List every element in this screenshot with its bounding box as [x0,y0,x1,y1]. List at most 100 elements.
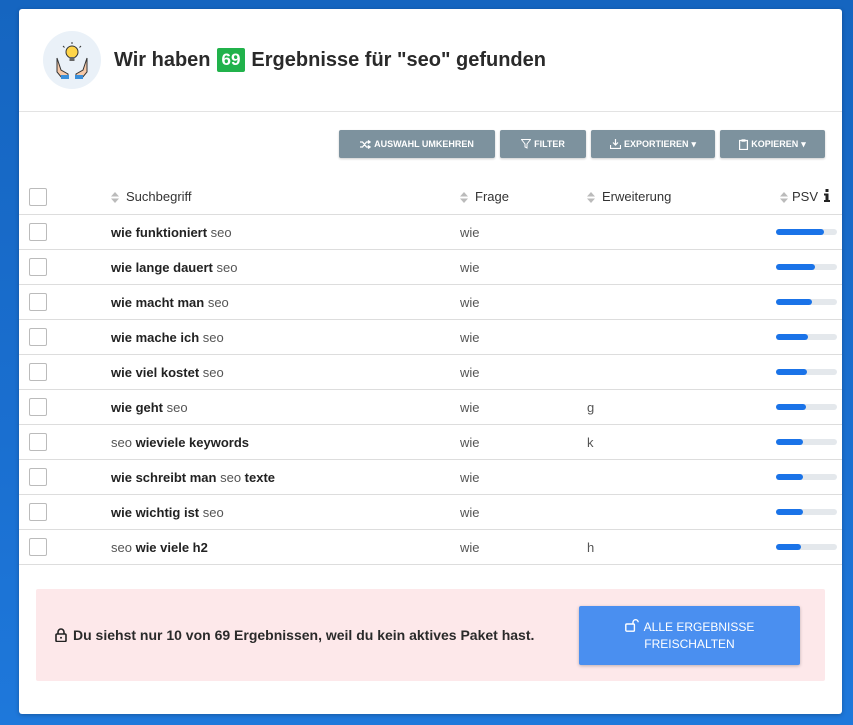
extension-cell [587,494,775,530]
extension-cell: g [587,389,775,425]
row-checkbox[interactable] [29,398,47,416]
psv-bar [776,474,837,480]
sort-icon [111,192,119,204]
psv-bar-fill [776,264,816,270]
keyword-cell: wie funktioniert seo [111,214,460,250]
results-header: Wir haben 69 Ergebnisse für "seo" gefund… [19,9,842,112]
clipboard-icon [739,138,749,150]
extension-cell [587,249,775,285]
select-all-checkbox[interactable] [29,187,47,206]
question-cell: wie [460,389,587,425]
row-checkbox[interactable] [29,258,47,276]
extension-cell [587,284,775,320]
table-row[interactable]: wie mache ich seo wie [19,319,842,355]
question-cell: wie [460,354,587,390]
question-cell: wie [460,424,587,460]
keyword-base: seo [163,399,188,415]
extension-cell [587,319,775,355]
table-row[interactable]: wie macht man seo wie [19,284,842,320]
table-row[interactable]: wie geht seo wie g [19,389,842,425]
table-row[interactable]: seo wie viele h2 wie h [19,529,842,565]
column-header-psv[interactable]: PSV [775,179,842,215]
filter-button[interactable]: FILTER [500,130,586,158]
unlock-all-results-button[interactable]: ALLE ERGEBNISSE FREISCHALTEN [579,606,800,665]
psv-bar-fill [776,299,812,305]
question-cell: wie [460,529,587,565]
psv-bar-fill [776,474,803,480]
table-row[interactable]: wie funktioniert seo wie [19,214,842,250]
keyword-base: seo [207,224,232,240]
row-checkbox-cell [19,424,111,460]
psv-bar [776,229,837,235]
keyword-cell: wie geht seo [111,389,460,425]
keyword-highlight: wie schreibt man [111,469,217,485]
question-cell: wie [460,249,587,285]
export-button[interactable]: EXPORTIEREN ▾ [591,130,715,158]
upgrade-notice: Du siehst nur 10 von 69 Ergebnissen, wei… [36,589,825,681]
table-row[interactable]: wie lange dauert seo wie [19,249,842,285]
page-title: Wir haben 69 Ergebnisse für "seo" gefund… [114,48,546,72]
keyword-base: seo [199,329,224,345]
keyword-cell: wie mache ich seo [111,319,460,355]
row-checkbox[interactable] [29,223,47,241]
filter-icon [521,139,532,149]
keyword-highlight: wie viele h2 [135,539,208,555]
column-header-question-label: Frage [475,189,509,204]
question-cell: wie [460,284,587,320]
psv-cell [775,249,842,285]
copy-button[interactable]: KOPIEREN ▾ [720,130,825,158]
keyword-highlight: wie wichtig ist [111,504,200,520]
row-checkbox-cell [19,284,111,320]
row-checkbox-cell [19,354,111,390]
row-checkbox[interactable] [29,328,47,346]
keyword-base: seo [111,434,136,450]
keyword-highlight: wie viel kostet [111,364,200,380]
extension-cell [587,354,775,390]
row-checkbox[interactable] [29,503,47,521]
column-header-question[interactable]: Frage [460,179,587,215]
row-checkbox[interactable] [29,293,47,311]
extension-cell: k [587,424,775,460]
keyword-base: seo [199,504,224,520]
title-prefix: Wir haben [114,48,211,71]
keyword-cell: wie wichtig ist seo [111,494,460,530]
keyword-highlight: wie funktioniert [111,224,208,240]
psv-bar [776,334,837,340]
row-checkbox[interactable] [29,363,47,381]
filter-label: FILTER [534,139,565,149]
table-row[interactable]: wie schreibt man seo texte wie [19,459,842,495]
psv-bar-fill [776,404,806,410]
sort-icon [780,192,788,204]
row-checkbox-cell [19,459,111,495]
lock-icon [55,628,67,642]
keyword-highlight: wie lange dauert [111,259,213,275]
upgrade-notice-message: Du siehst nur 10 von 69 Ergebnissen, wei… [73,627,535,643]
row-checkbox[interactable] [29,433,47,451]
psv-bar [776,264,837,270]
keyword-cell: wie macht man seo [111,284,460,320]
table-row[interactable]: wie viel kostet seo wie [19,354,842,390]
column-header-term[interactable]: Suchbegriff [111,179,460,215]
psv-cell [775,459,842,495]
keyword-highlight: wie geht [111,399,164,415]
column-header-extension-label: Erweiterung [602,189,672,204]
keyword-base: seo [212,259,238,275]
psv-bar-fill [776,509,803,515]
column-header-extension[interactable]: Erweiterung [587,179,775,215]
invert-selection-button[interactable]: AUSWAHL UMKEHREN [339,130,495,158]
export-label: EXPORTIEREN [623,139,689,149]
keyword-base: seo [216,469,245,485]
row-checkbox[interactable] [29,468,47,486]
results-table-body: wie funktioniert seo wie wie lange dauert … [19,214,842,565]
table-row[interactable]: seo wieviele keywords wie k [19,424,842,460]
keyword-cell: seo wieviele keywords [111,424,460,460]
extension-cell: h [587,529,775,565]
keyword-highlight: wie mache ich [111,329,200,345]
info-icon[interactable] [823,189,830,202]
table-row[interactable]: wie wichtig ist seo wie [19,494,842,530]
keyword-highlight: texte [244,469,276,485]
unlock-button-line1: ALLE ERGEBNISSE [643,619,755,634]
row-checkbox[interactable] [29,538,47,556]
table-header-row: Suchbegriff Frage Erweiterung PSV [19,179,842,215]
psv-bar-fill [776,334,808,340]
